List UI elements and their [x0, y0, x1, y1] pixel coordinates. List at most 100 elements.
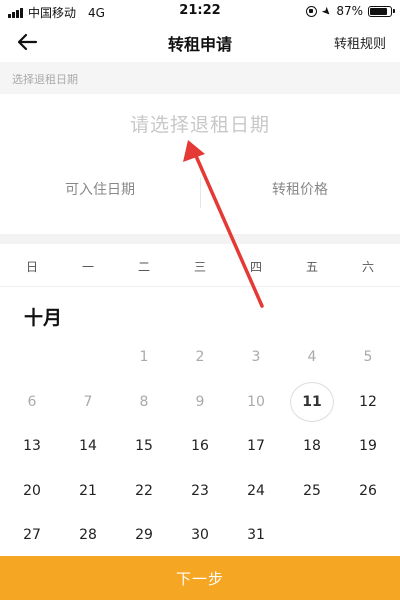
calendar-day-number: 12: [359, 393, 377, 410]
calendar-day-number: 11: [290, 381, 334, 422]
calendar-empty-cell: [340, 513, 396, 558]
calendar-day-number: 2: [195, 349, 205, 366]
calendar-day-number: 6: [27, 393, 37, 410]
calendar-day-number: 18: [303, 438, 321, 455]
calendar-week-row: 1 2 3 4 5: [4, 335, 396, 380]
calendar-day-number: 15: [135, 438, 153, 455]
calendar-week-row: 13 14 15 16 17 18 19: [4, 424, 396, 469]
calendar-day-number: 24: [247, 482, 265, 499]
weekday-label: 日: [25, 260, 38, 274]
calendar-day: 7: [60, 380, 116, 425]
weekday-header: 日一二三四五六: [4, 258, 396, 282]
calendar-empty-cell: [60, 335, 116, 380]
nav-bar: 转租申请 转租规则: [0, 24, 400, 60]
calendar-day[interactable]: 29: [116, 513, 172, 558]
back-button[interactable]: [14, 28, 42, 56]
back-arrow-icon: [17, 33, 38, 51]
calendar-day: 1: [116, 335, 172, 380]
calendar-grid: 1 2 3 4 5 6 7 8 9 10 11 12 13 14 15 16 17 18 19 20 21 22 23 24 2…: [4, 335, 396, 558]
weekday-label: 四: [249, 260, 262, 274]
section-label: 选择退租日期: [0, 62, 400, 94]
calendar-day-number: 20: [23, 482, 41, 499]
calendar-day-number: 16: [191, 438, 209, 455]
calendar-day-number: 25: [303, 482, 321, 499]
calendar-day-number: 28: [79, 527, 97, 544]
calendar-day-number: 27: [23, 527, 41, 544]
calendar-day[interactable]: 11: [284, 380, 340, 425]
calendar-day-number: 17: [247, 438, 265, 455]
calendar-day: 10: [228, 380, 284, 425]
calendar-day[interactable]: 20: [4, 469, 60, 514]
calendar-day[interactable]: 19: [340, 424, 396, 469]
calendar-day-number: 10: [247, 393, 265, 410]
calendar-day-number: 19: [359, 438, 377, 455]
calendar-day[interactable]: 30: [172, 513, 228, 558]
calendar-day-number: 29: [135, 527, 153, 544]
weekday-divider: [0, 286, 400, 287]
calendar-day-number: 7: [83, 393, 93, 410]
status-bar: 中国移动 4G 21:22 ➤ 87%: [0, 0, 400, 22]
battery-icon: [368, 5, 395, 17]
calendar-day-number: 4: [307, 349, 317, 366]
month-title: 十月: [24, 307, 63, 329]
calendar-day: 8: [116, 380, 172, 425]
location-icon: ➤: [318, 3, 335, 19]
calendar-empty-cell: [284, 513, 340, 558]
weekday-label: 一: [81, 260, 94, 274]
checkin-date-field: 可入住日期: [65, 182, 135, 198]
calendar-day-number: 26: [359, 482, 377, 499]
section-separator: [0, 234, 400, 244]
calendar-day[interactable]: 13: [4, 424, 60, 469]
sublet-rules-link[interactable]: 转租规则: [334, 33, 386, 52]
calendar-day[interactable]: 25: [284, 469, 340, 514]
status-right: ➤ 87%: [306, 3, 395, 19]
calendar-week-row: 27 28 29 30 31: [4, 513, 396, 558]
calendar-day-number: 9: [195, 393, 205, 410]
weekday-label: 二: [137, 260, 150, 274]
calendar-day[interactable]: 27: [4, 513, 60, 558]
calendar-day[interactable]: 24: [228, 469, 284, 514]
calendar-day: 4: [284, 335, 340, 380]
battery-fill: [370, 7, 388, 15]
calendar-day-number: 5: [363, 349, 373, 366]
sublet-price-field: 转租价格: [272, 182, 328, 198]
calendar-day-number: 1: [139, 349, 149, 366]
weekday-label: 六: [361, 260, 374, 274]
calendar-day-number: 31: [247, 527, 265, 544]
calendar-day: 9: [172, 380, 228, 425]
checkout-date-selector[interactable]: 请选择退租日期: [0, 110, 400, 137]
info-row: 可入住日期 转租价格: [0, 168, 400, 210]
calendar-day-number: 30: [191, 527, 209, 544]
calendar-day[interactable]: 23: [172, 469, 228, 514]
calendar-day[interactable]: 18: [284, 424, 340, 469]
calendar-day-number: 8: [139, 393, 149, 410]
calendar-day[interactable]: 15: [116, 424, 172, 469]
calendar-day[interactable]: 12: [340, 380, 396, 425]
calendar-day[interactable]: 26: [340, 469, 396, 514]
rotation-lock-icon: [306, 5, 318, 17]
calendar-day: 3: [228, 335, 284, 380]
calendar-day[interactable]: 28: [60, 513, 116, 558]
calendar-day[interactable]: 16: [172, 424, 228, 469]
weekday-label: 三: [193, 260, 206, 274]
calendar-day[interactable]: 14: [60, 424, 116, 469]
calendar-day-number: 23: [191, 482, 209, 499]
calendar-day-number: 13: [23, 438, 41, 455]
calendar-day[interactable]: 22: [116, 469, 172, 514]
calendar-day[interactable]: 17: [228, 424, 284, 469]
calendar-day: 6: [4, 380, 60, 425]
calendar-empty-cell: [4, 335, 60, 380]
calendar-day: 2: [172, 335, 228, 380]
calendar-day-number: 14: [79, 438, 97, 455]
calendar-week-row: 20 21 22 23 24 25 26: [4, 469, 396, 514]
battery-percent: 87%: [336, 4, 363, 18]
calendar-day: 5: [340, 335, 396, 380]
calendar-week-row: 6 7 8 9 10 11 12: [4, 380, 396, 425]
calendar-day-number: 22: [135, 482, 153, 499]
weekday-label: 五: [305, 260, 318, 274]
calendar-day[interactable]: 31: [228, 513, 284, 558]
next-step-button[interactable]: 下一步: [0, 556, 400, 600]
calendar-day[interactable]: 21: [60, 469, 116, 514]
calendar-day-number: 3: [251, 349, 261, 366]
calendar-day-number: 21: [79, 482, 97, 499]
